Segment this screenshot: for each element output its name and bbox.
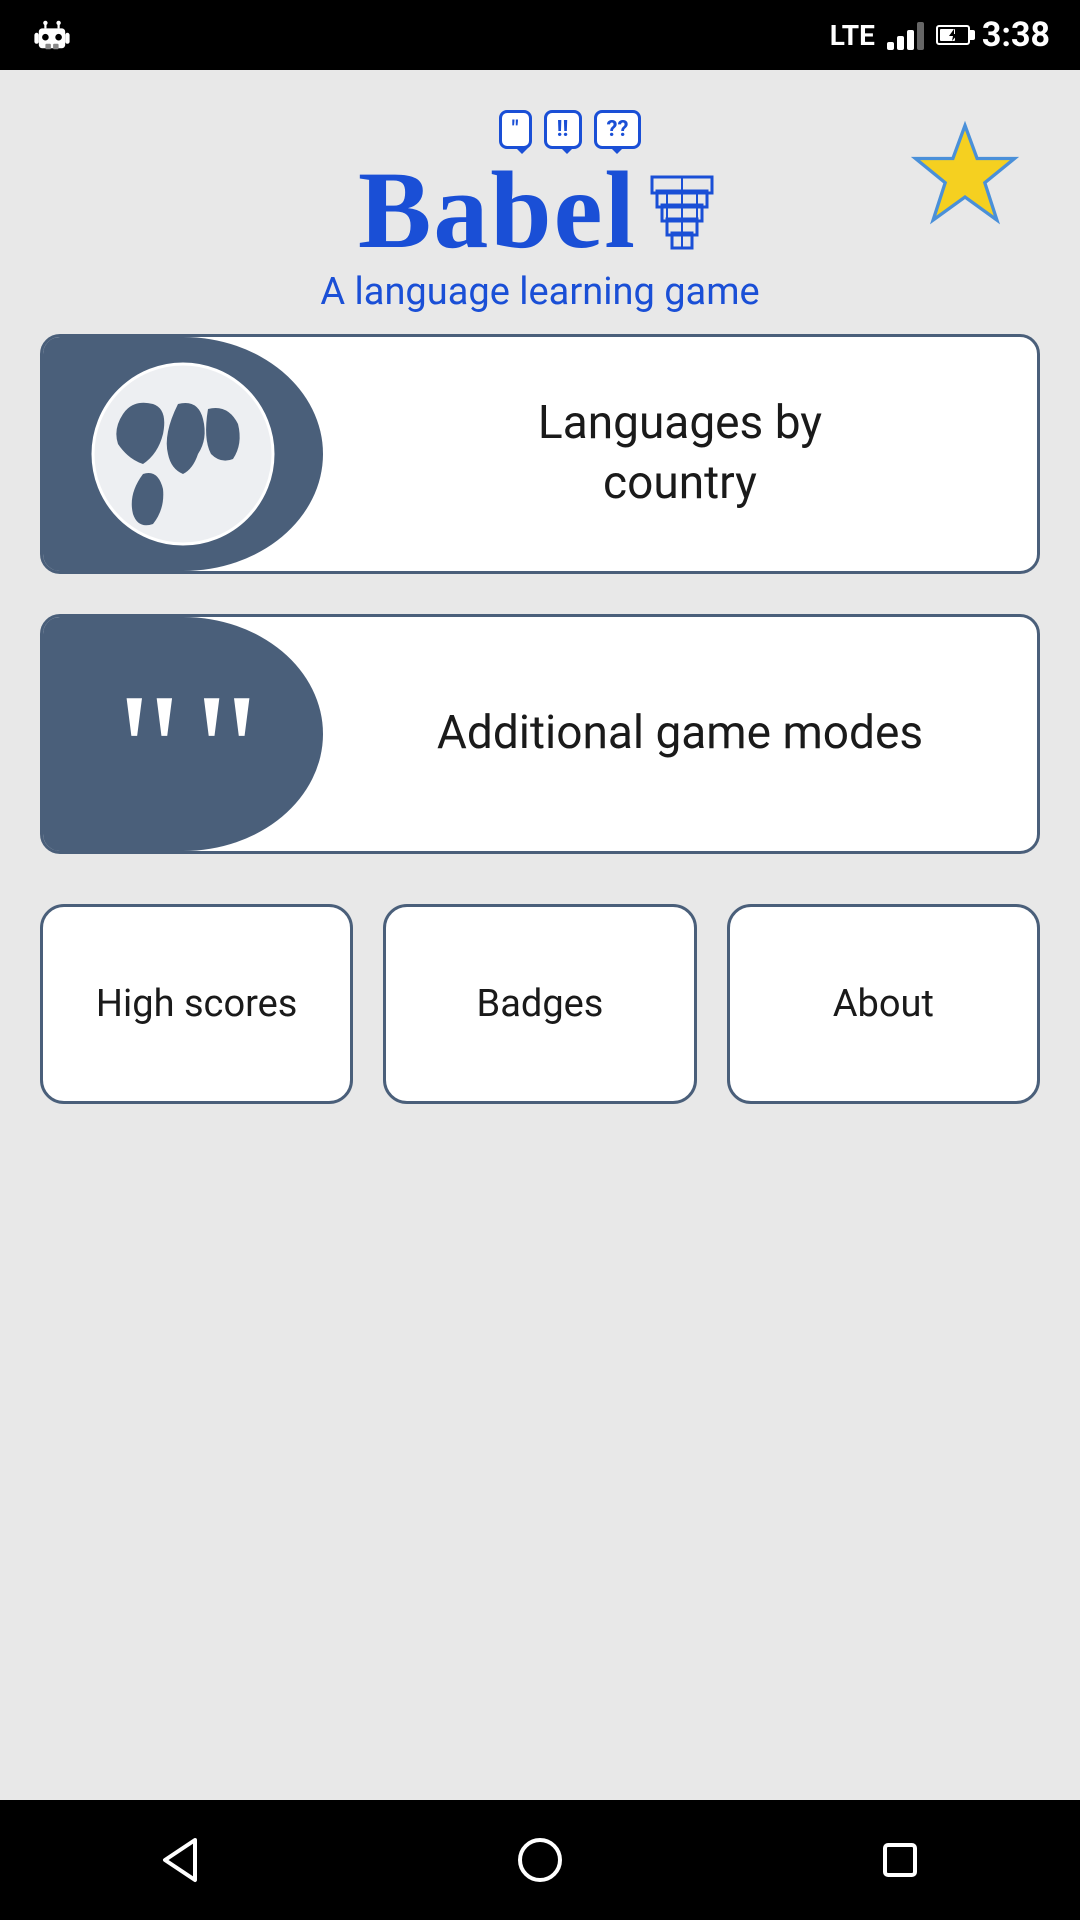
signal-icon [887, 20, 924, 50]
battery-icon [936, 25, 970, 45]
status-bar: LTE 3:38 [0, 0, 1080, 70]
additional-game-modes-button[interactable]: " " Additional game modes [40, 614, 1040, 854]
star-icon [910, 120, 1020, 230]
about-button[interactable]: About [727, 904, 1040, 1104]
app-title: Babel [358, 155, 637, 265]
notification-icons [30, 13, 74, 57]
recent-apps-button[interactable] [860, 1820, 940, 1900]
main-content: " !! ?? Babel [0, 70, 1080, 1800]
badges-button[interactable]: Badges [383, 904, 696, 1104]
high-scores-button[interactable]: High scores [40, 904, 353, 1104]
globe-icon [83, 354, 283, 554]
home-button[interactable] [500, 1820, 580, 1900]
globe-icon-container [43, 337, 323, 571]
network-label: LTE [830, 19, 875, 52]
bottom-buttons: High scores Badges About [40, 904, 1040, 1104]
header: " !! ?? Babel [40, 110, 1040, 314]
robot-icon [30, 13, 74, 57]
recent-icon [875, 1835, 925, 1885]
back-icon [155, 1835, 205, 1885]
languages-by-country-button[interactable]: Languages bycountry [40, 334, 1040, 574]
quote-icon: " " [117, 655, 250, 813]
languages-by-country-label: Languages bycountry [323, 374, 1037, 534]
app-logo: " !! ?? Babel [320, 110, 759, 314]
status-icons: LTE 3:38 [830, 15, 1050, 55]
home-icon [515, 1835, 565, 1885]
back-button[interactable] [140, 1820, 220, 1900]
app-subtitle: A language learning game [320, 270, 759, 314]
additional-game-modes-label: Additional game modes [323, 684, 1037, 784]
time-display: 3:38 [982, 15, 1050, 55]
tower-icon [642, 163, 722, 253]
quote-icon-container: " " [43, 617, 323, 851]
navigation-bar [0, 1800, 1080, 1920]
star-button[interactable] [910, 120, 1020, 234]
